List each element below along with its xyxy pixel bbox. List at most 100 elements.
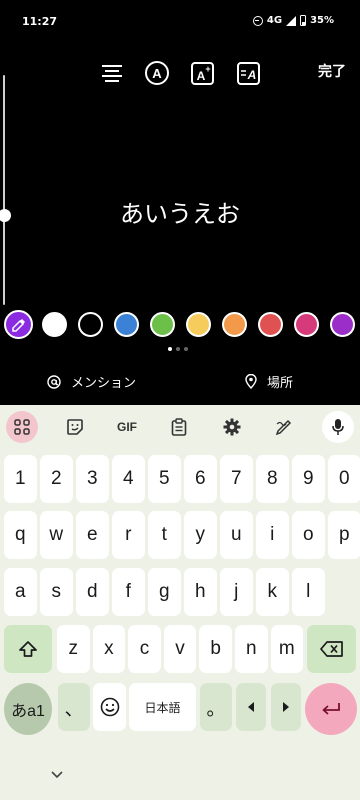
signal-icon [286,15,297,26]
text-effect-icon[interactable]: A + [190,60,216,86]
color-swatch[interactable] [258,312,283,337]
gear-icon[interactable] [217,413,247,441]
svg-text:A: A [247,68,257,82]
color-swatch[interactable] [150,312,175,337]
cursor-left-key[interactable] [236,683,266,731]
key[interactable]: x [92,625,126,673]
key[interactable]: l [292,568,325,616]
emoji-icon [100,697,119,717]
key[interactable]: 5 [148,455,181,503]
done-button[interactable]: 完了 [318,61,346,81]
enter-key[interactable] [305,683,357,735]
key[interactable]: o [292,511,325,559]
emoji-key[interactable] [93,683,126,731]
status-right: 4G 35% [252,15,334,26]
mention-label: メンション [71,376,137,391]
keyboard-toolbar: GIF [0,405,360,449]
key[interactable]: 2 [40,455,73,503]
key[interactable]: g [148,568,181,616]
color-swatch[interactable] [114,312,139,337]
chevron-down-icon[interactable] [50,770,64,780]
key[interactable]: j [220,568,253,616]
handwriting-icon[interactable] [269,413,299,441]
page-dot [176,347,180,351]
key[interactable]: p [328,511,360,559]
font-style-icon[interactable]: A [144,60,170,86]
battery-icon [300,15,307,26]
key[interactable]: 7 [220,455,253,503]
place-button[interactable]: 場所 [245,372,293,391]
key[interactable]: s [40,568,73,616]
location-pin-icon [245,374,257,389]
key[interactable]: r [112,511,145,559]
key[interactable]: c [128,625,161,673]
status-time: 11:27 [22,15,58,28]
svg-text:A: A [197,69,206,83]
key[interactable]: t [148,511,181,559]
key[interactable]: 1 [4,455,37,503]
key[interactable]: v [163,625,197,673]
svg-text:A: A [152,66,162,81]
backspace-icon [319,641,343,657]
key[interactable]: w [40,511,73,559]
place-label: 場所 [267,376,294,391]
network-label: 4G [266,15,283,26]
key[interactable]: 8 [256,455,289,503]
apps-icon[interactable] [6,411,38,443]
cursor-right-key[interactable] [271,683,301,731]
period-key[interactable]: 。 [200,683,232,731]
text-animation-icon[interactable]: A [236,60,262,86]
dnd-icon [252,15,263,26]
key[interactable]: q [4,511,37,559]
key[interactable]: f [112,568,145,616]
shift-key[interactable] [4,625,52,673]
kana-toggle-key[interactable]: あa1 [4,683,52,735]
key[interactable]: 4 [112,455,145,503]
key[interactable]: 6 [184,455,217,503]
key[interactable]: 3 [76,455,109,503]
key[interactable]: z [57,625,90,673]
color-swatch[interactable] [42,312,67,337]
language-key[interactable]: 日本語 [129,683,196,731]
status-bar: 11:27 4G 35% [0,0,360,44]
page-indicator [168,347,188,351]
clipboard-icon[interactable] [164,413,194,441]
at-icon [47,374,61,389]
key[interactable]: a [4,568,37,616]
key[interactable]: m [270,625,304,673]
color-picker-button[interactable] [4,310,33,339]
shift-icon [19,641,37,657]
key[interactable]: u [220,511,253,559]
key[interactable]: 9 [292,455,325,503]
key[interactable]: e [76,511,109,559]
comma-key[interactable]: 、 [58,683,90,731]
color-swatch[interactable] [222,312,247,337]
mic-icon[interactable] [322,411,354,443]
key[interactable]: d [76,568,109,616]
color-swatch[interactable] [78,312,103,337]
page-dot [184,347,188,351]
sticker-icon[interactable] [60,413,90,441]
color-swatch[interactable] [330,312,355,337]
color-swatch[interactable] [294,312,319,337]
story-text[interactable]: あいうえお [0,194,360,229]
backspace-key[interactable] [307,625,356,673]
mention-button[interactable]: メンション [47,372,136,391]
key[interactable]: n [235,625,268,673]
key[interactable]: y [184,511,217,559]
color-swatch[interactable] [186,312,211,337]
gif-button[interactable]: GIF [112,413,142,441]
svg-text:+: + [205,64,210,74]
page-dot [168,347,172,351]
key[interactable]: k [256,568,289,616]
battery-label: 35% [310,15,334,26]
key[interactable]: b [199,625,232,673]
key[interactable]: 0 [328,455,360,503]
keyboard: GIF 1234567890 qwertyuiop asdfghjkl zxcvbnm… [0,405,360,800]
key[interactable]: h [184,568,217,616]
key[interactable]: i [256,511,289,559]
text-size-slider[interactable] [3,75,5,305]
arrow-left-icon [248,702,254,712]
arrow-right-icon [283,702,289,712]
align-icon[interactable] [99,60,125,86]
